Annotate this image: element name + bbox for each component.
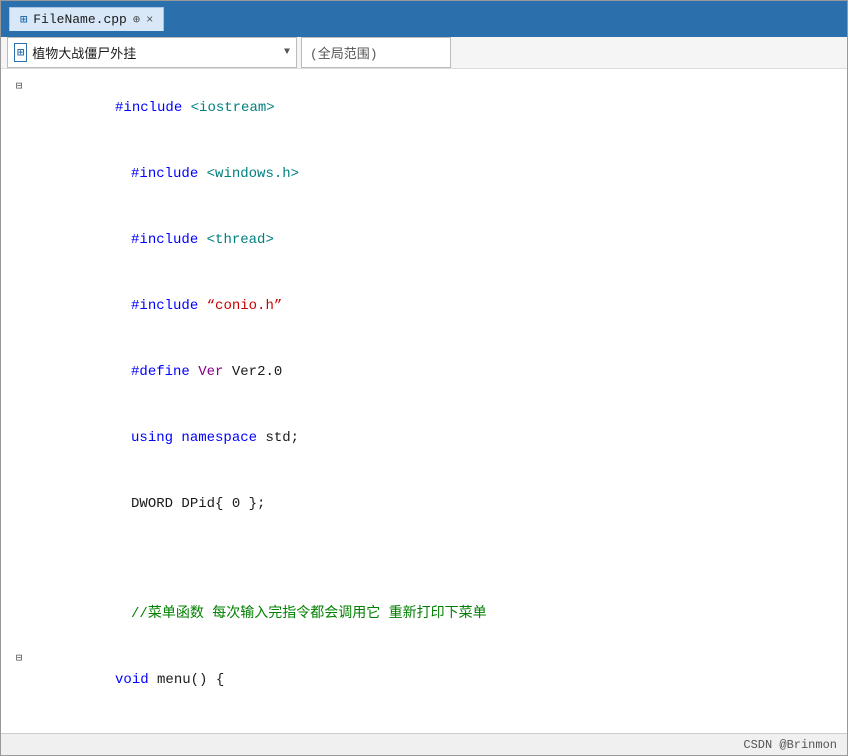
line-content-11: void menu() { [27,647,847,713]
editor: ⊟ #include <iostream> #include <windows.… [1,69,847,733]
line-4: #include “conio.h” [11,273,847,339]
file-tab[interactable]: ⊞ FileName.cpp ⊕ × [9,7,164,31]
line-9 [11,559,847,581]
scope-icon: ⊞ [14,43,27,62]
code-area[interactable]: ⊟ #include <iostream> #include <windows.… [1,69,847,733]
tab-label: FileName.cpp [33,12,127,27]
collapse-icon-1[interactable]: ⊟ [11,76,27,98]
pin-icon[interactable]: ⊕ [133,12,140,27]
line-content-5: #define Ver Ver2.0 [27,339,847,405]
scope-text-left: 植物大战僵尸外挂 [32,43,280,62]
line-content-10: //菜单函数 每次输入完指令都会调用它 重新打印下菜单 [27,581,847,647]
line-cout-1: cout << “********************” << endl; [11,713,847,733]
line-8 [11,537,847,559]
line-content-6: using namespace std; [27,405,847,471]
status-text: CSDN @Brinmon [743,738,837,752]
line-content-4: #include “conio.h” [27,273,847,339]
scope-text-right: (全局范围) [310,43,378,62]
line-5: #define Ver Ver2.0 [11,339,847,405]
scope-selector-right[interactable]: (全局范围) [301,37,451,68]
line-1: ⊟ #include <iostream> [11,75,847,141]
status-bar: CSDN @Brinmon [1,733,847,755]
title-bar: ⊞ FileName.cpp ⊕ × [1,1,847,37]
line-7: DWORD DPid{ 0 }; [11,471,847,537]
close-tab-button[interactable]: × [146,13,153,27]
line-11: ⊟ void menu() { [11,647,847,713]
line-content-7: DWORD DPid{ 0 }; [27,471,847,537]
line-content-3: #include <thread> [27,207,847,273]
line-content-1: #include <iostream> [27,75,847,141]
tab-icon: ⊞ [20,12,27,27]
line-6: using namespace std; [11,405,847,471]
line-3: #include <thread> [11,207,847,273]
collapse-icon-menu[interactable]: ⊟ [11,648,27,670]
scope-selector-left[interactable]: ⊞ 植物大战僵尸外挂 ▼ [7,37,297,68]
scope-arrow-left: ▼ [284,47,290,58]
toolbar: ⊞ 植物大战僵尸外挂 ▼ (全局范围) [1,37,847,69]
line-content-cout-1: cout << “********************” << endl; [27,713,847,733]
main-window: ⊞ FileName.cpp ⊕ × ⊞ 植物大战僵尸外挂 ▼ (全局范围) ⊟… [0,0,848,756]
line-10: //菜单函数 每次输入完指令都会调用它 重新打印下菜单 [11,581,847,647]
line-2: #include <windows.h> [11,141,847,207]
line-content-2: #include <windows.h> [27,141,847,207]
